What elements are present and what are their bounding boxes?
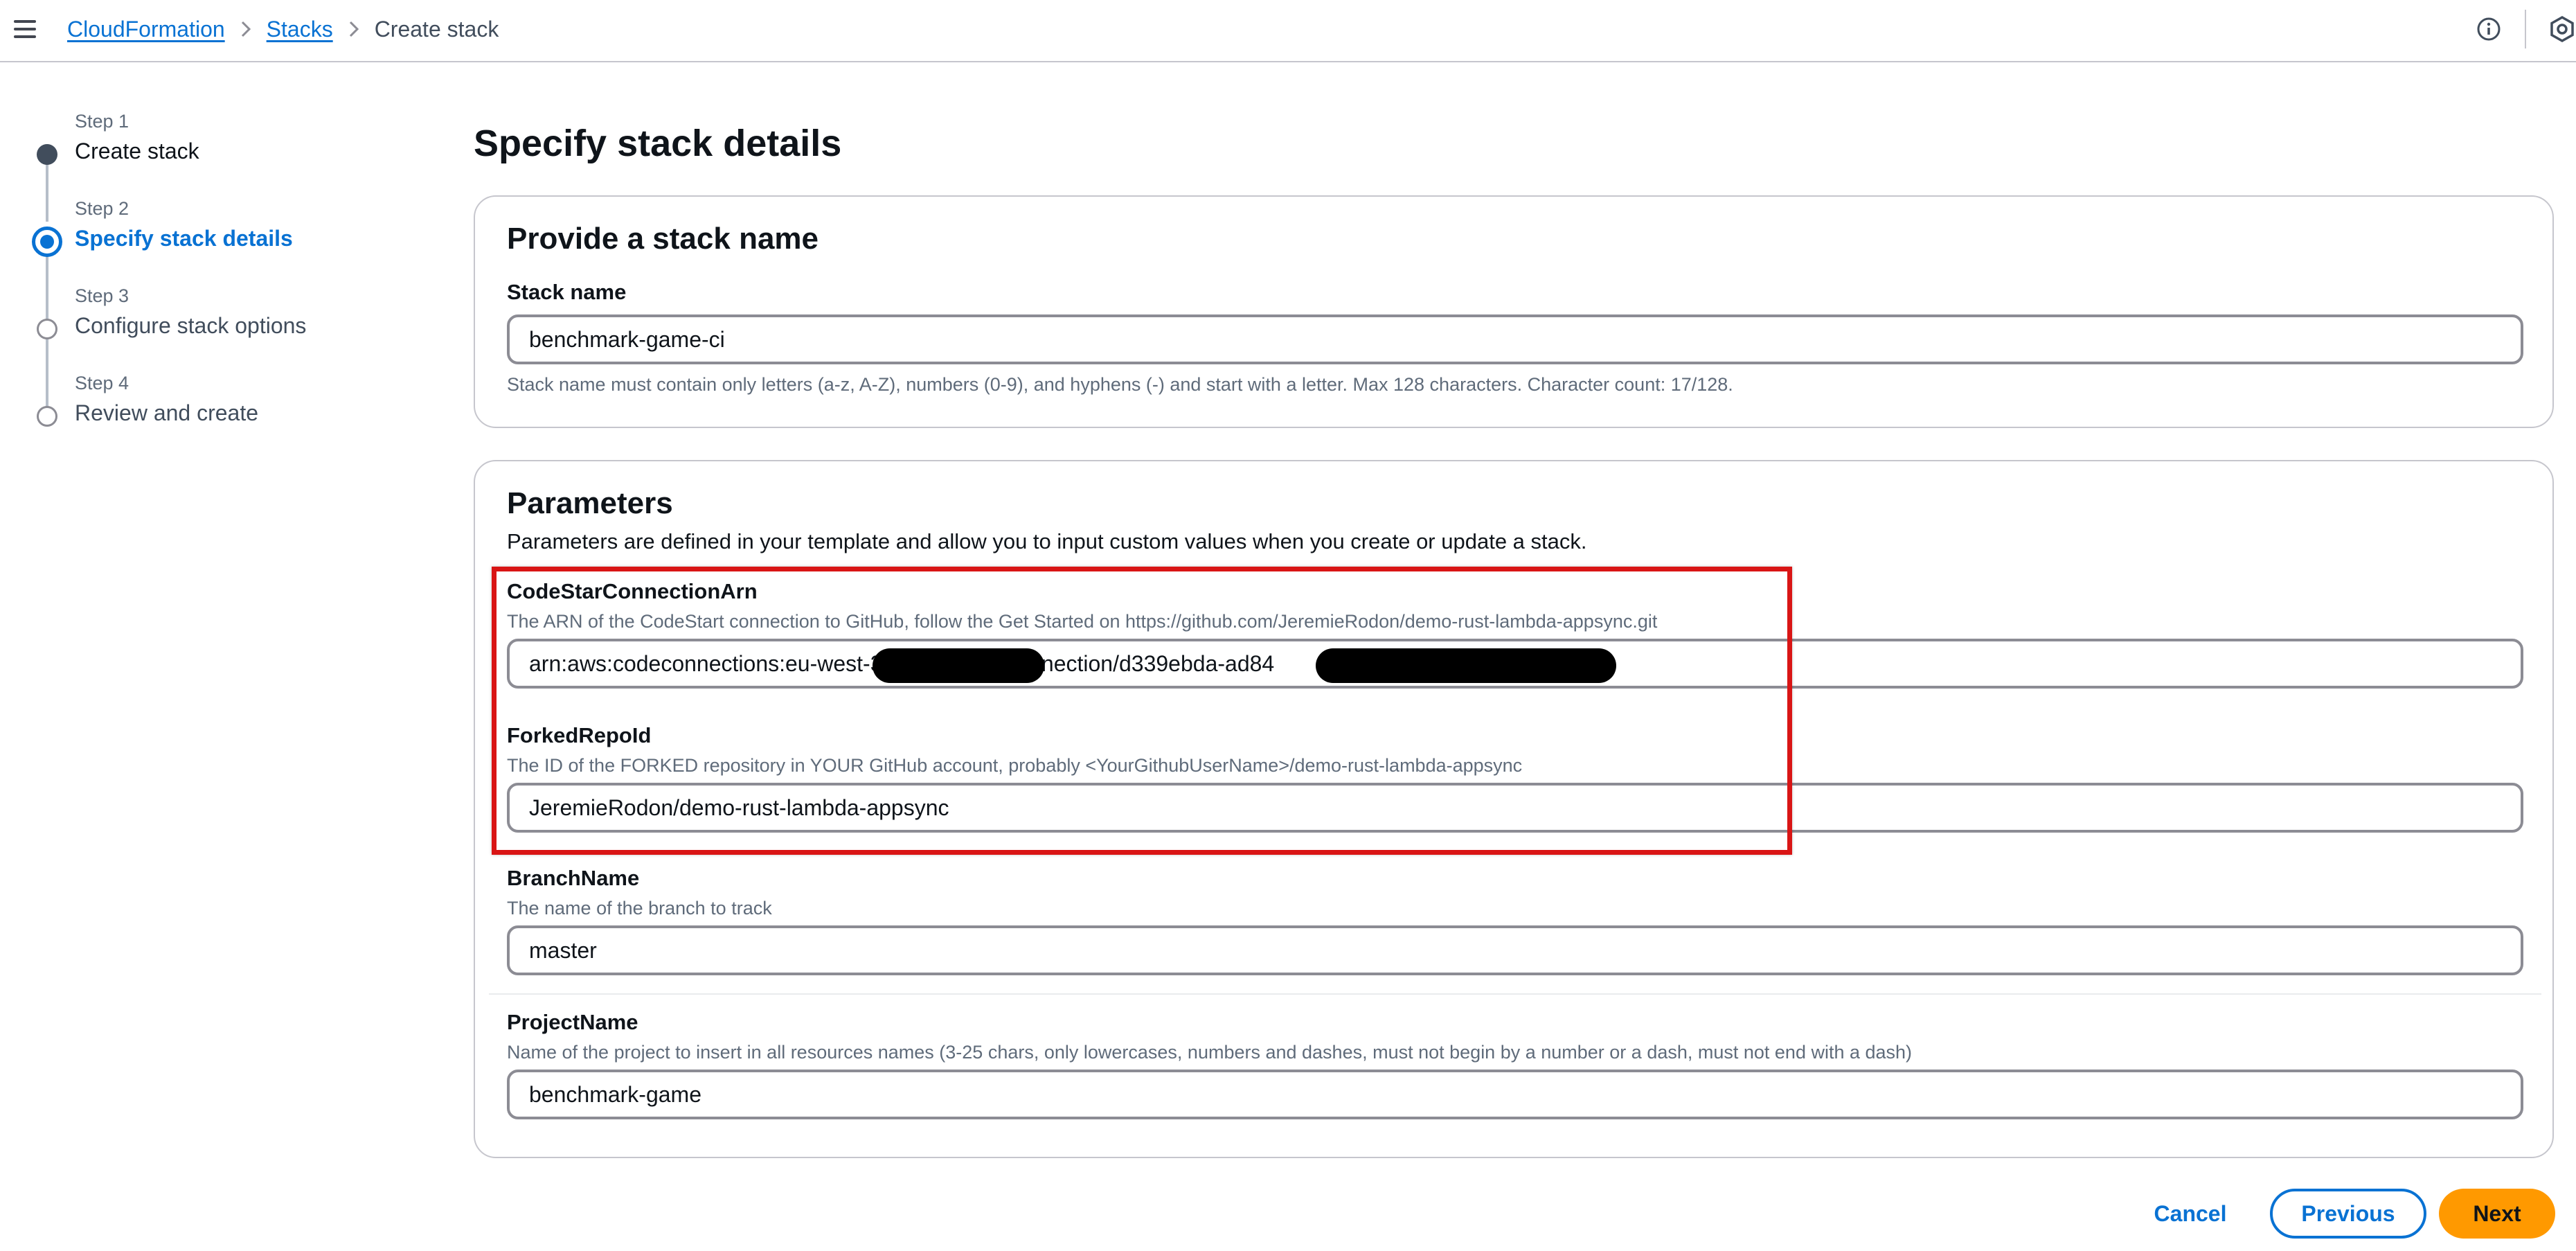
branch-name-label: BranchName [507, 866, 640, 890]
redaction-mark [1316, 648, 1616, 683]
step-pending-indicator [37, 406, 57, 427]
stack-name-input[interactable] [507, 314, 2523, 364]
parameter-divider [489, 993, 2541, 995]
step-title: Specify stack details [75, 226, 293, 251]
redaction-mark [873, 648, 1044, 683]
step-number: Step 2 [75, 198, 129, 219]
parameters-description: Parameters are defined in your template … [507, 529, 1587, 553]
step-title: Create stack [75, 139, 199, 163]
page-title: Specify stack details [474, 123, 842, 164]
step-number: Step 1 [75, 111, 129, 132]
previous-button[interactable]: Previous [2270, 1189, 2426, 1239]
step-number: Step 4 [75, 373, 129, 393]
toolbar-divider [2525, 10, 2526, 48]
forked-repo-id-label: ForkedRepoId [507, 723, 652, 747]
forked-repo-id-input[interactable] [507, 783, 2523, 833]
step-title: Configure stack options [75, 313, 307, 338]
branch-name-description: The name of the branch to track [507, 898, 772, 919]
top-navigation-bar: CloudFormation Stacks Create stack [0, 0, 2576, 62]
codestar-connection-arn-label: CodeStarConnectionArn [507, 579, 758, 603]
hexagon-settings-icon[interactable] [2548, 15, 2576, 43]
stack-name-container: Provide a stack name Stack name Stack na… [474, 195, 2554, 428]
step-pending-indicator [37, 319, 57, 339]
breadcrumb-cloudformation-link[interactable]: CloudFormation [67, 17, 225, 42]
step-title: Review and create [75, 400, 259, 425]
breadcrumb: CloudFormation Stacks Create stack [67, 14, 499, 44]
chevron-right-icon [225, 20, 267, 38]
step-connector [46, 163, 48, 222]
next-button[interactable]: Next [2439, 1189, 2555, 1239]
step-connector [46, 338, 48, 410]
project-name-label: ProjectName [507, 1010, 638, 1034]
stack-name-label: Stack name [507, 280, 627, 304]
info-circle-icon[interactable] [2476, 17, 2501, 42]
stack-name-heading: Provide a stack name [507, 222, 819, 256]
forked-repo-id-description: The ID of the FORKED repository in YOUR … [507, 755, 1523, 776]
hamburger-menu-icon[interactable] [14, 17, 37, 42]
codestar-connection-arn-description: The ARN of the CodeStart connection to G… [507, 611, 1658, 632]
parameters-heading: Parameters [507, 486, 673, 520]
step-connector [46, 251, 48, 323]
step-number: Step 3 [75, 285, 129, 306]
project-name-input[interactable] [507, 1070, 2523, 1119]
chevron-right-icon [333, 20, 375, 38]
branch-name-input[interactable] [507, 925, 2523, 975]
step-completed-indicator [37, 144, 57, 165]
breadcrumb-stacks-link[interactable]: Stacks [267, 17, 333, 42]
cancel-button[interactable]: Cancel [2138, 1189, 2242, 1239]
step-active-indicator [32, 227, 62, 257]
project-name-description: Name of the project to insert in all res… [507, 1042, 1913, 1063]
parameters-container: Parameters Parameters are defined in you… [474, 460, 2554, 1158]
breadcrumb-current: Create stack [374, 16, 499, 42]
stack-name-help-text: Stack name must contain only letters (a-… [507, 374, 1733, 395]
